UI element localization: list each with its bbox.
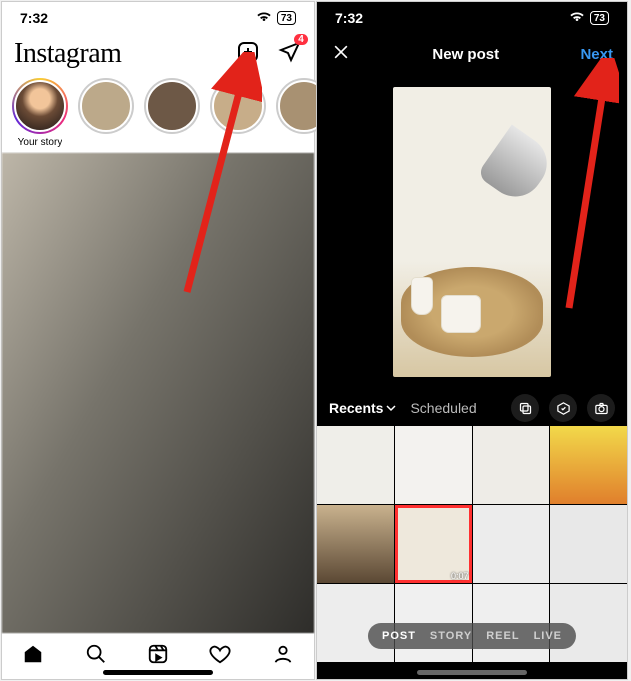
new-post-header: New post Next <box>317 34 627 74</box>
gallery-item[interactable] <box>395 426 472 504</box>
wifi-icon <box>569 10 585 26</box>
gallery-item[interactable] <box>473 505 550 583</box>
home-indicator <box>417 670 527 675</box>
post-mode-switcher[interactable]: POST STORY REEL LIVE <box>368 623 576 649</box>
boomerang-icon[interactable] <box>549 394 577 422</box>
story-item[interactable] <box>78 78 134 148</box>
nav-reels-icon[interactable] <box>147 643 169 670</box>
story-item[interactable] <box>210 78 266 148</box>
story-your-story[interactable]: Your story <box>12 78 68 148</box>
nav-activity-icon[interactable] <box>209 643 231 670</box>
close-icon[interactable] <box>331 42 351 67</box>
gallery-item-selected[interactable]: 0:07 <box>395 505 472 583</box>
feed-header: Instagram 4 <box>2 34 314 72</box>
new-post-icon[interactable] <box>236 40 260 69</box>
story-label: Your story <box>18 137 63 148</box>
instagram-logo: Instagram <box>14 38 121 70</box>
gallery-item[interactable] <box>550 426 627 504</box>
album-picker[interactable]: Recents <box>329 400 396 416</box>
nav-home-icon[interactable] <box>22 643 44 670</box>
battery-indicator: 73 <box>590 11 609 25</box>
tab-scheduled[interactable]: Scheduled <box>410 400 476 416</box>
feed-post-image[interactable] <box>2 153 314 633</box>
chevron-down-icon <box>386 403 396 413</box>
page-title: New post <box>432 46 499 63</box>
battery-indicator: 73 <box>277 11 296 25</box>
mode-post[interactable]: POST <box>382 630 416 642</box>
nav-search-icon[interactable] <box>85 643 107 670</box>
status-time: 7:32 <box>335 10 363 26</box>
gallery-item[interactable] <box>317 505 394 583</box>
mode-live[interactable]: LIVE <box>534 630 562 642</box>
gallery-item[interactable] <box>550 505 627 583</box>
status-time: 7:32 <box>20 10 48 26</box>
status-bar: 7:32 73 <box>2 2 314 34</box>
status-bar: 7:32 73 <box>317 2 627 34</box>
selected-media-preview[interactable] <box>317 74 627 390</box>
stories-tray[interactable]: Your story <box>2 72 314 153</box>
wifi-icon <box>256 10 272 26</box>
gallery-item[interactable] <box>473 426 550 504</box>
multi-select-icon[interactable] <box>511 394 539 422</box>
video-duration: 0:07 <box>451 571 469 581</box>
direct-messages-icon[interactable]: 4 <box>278 40 302 69</box>
gallery-item[interactable] <box>317 426 394 504</box>
next-button[interactable]: Next <box>580 46 613 63</box>
mode-story[interactable]: STORY <box>430 630 472 642</box>
instagram-feed-screen: 7:32 73 Instagram 4 Your story <box>1 1 315 680</box>
story-item[interactable] <box>144 78 200 148</box>
gallery-source-bar: Recents Scheduled <box>317 390 627 426</box>
mode-reel[interactable]: REEL <box>486 630 519 642</box>
new-post-screen: 7:32 73 New post Next Recents Sched <box>316 1 628 680</box>
camera-icon[interactable] <box>587 394 615 422</box>
nav-profile-icon[interactable] <box>272 643 294 670</box>
dm-unread-badge: 4 <box>294 34 308 45</box>
home-indicator <box>103 670 213 675</box>
